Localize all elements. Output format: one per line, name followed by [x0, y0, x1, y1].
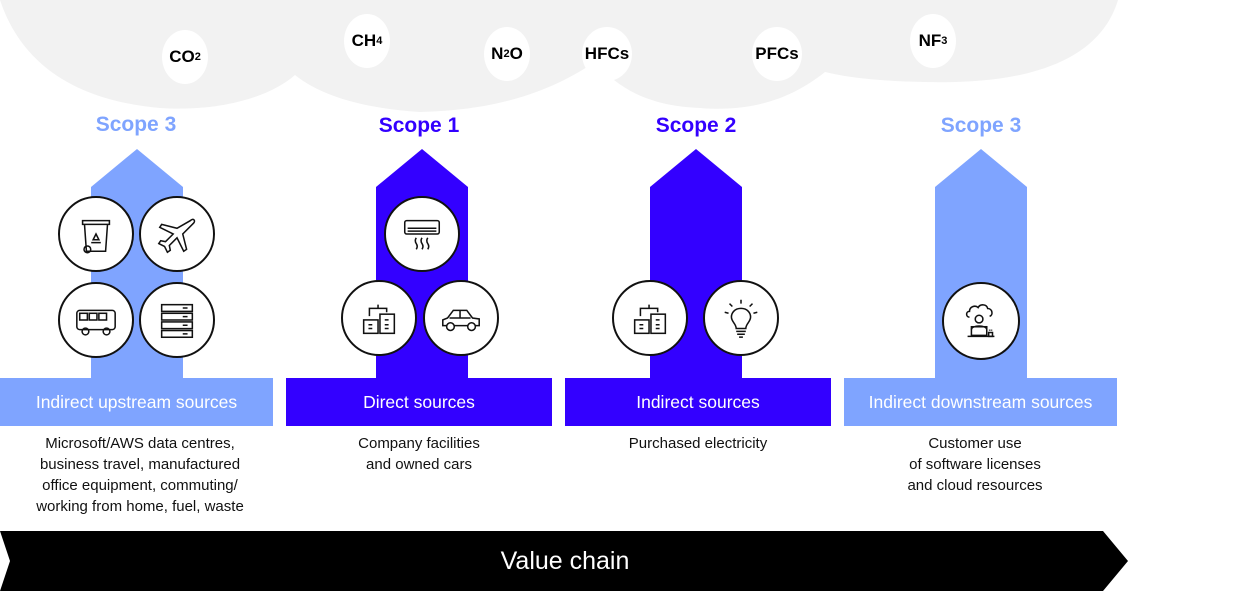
description-direct: Company facilities and owned cars — [358, 435, 480, 473]
source-box-indirect-downstream: Indirect downstream sources — [844, 378, 1117, 426]
gas-ch4: CH 4 — [344, 14, 390, 68]
gas-subscript: 4 — [376, 35, 383, 47]
buildings-icon — [341, 280, 417, 356]
scope-title-upstream: Scope 3 — [95, 113, 177, 136]
gas-label-tail: O — [509, 44, 523, 63]
gas-nf3: NF 3 — [910, 14, 956, 68]
source-box-indirect-upstream: Indirect upstream sources — [0, 378, 273, 426]
source-label: Indirect upstream sources — [35, 391, 238, 412]
car-icon — [423, 280, 499, 356]
gas-n2o: N2O — [484, 27, 530, 81]
airplane-icon — [139, 196, 215, 272]
gas-label: CO — [169, 47, 195, 66]
gas-label: N — [491, 44, 504, 63]
gas-label: NF — [918, 31, 942, 50]
recycling-bin-icon — [58, 196, 134, 272]
gas-subscript: 3 — [941, 35, 948, 47]
bus-icon — [58, 282, 134, 358]
gas-subscript: 2 — [194, 51, 201, 63]
gas-label: PFCs — [755, 44, 799, 63]
gas-label: CH — [351, 31, 377, 50]
description-indirect: Purchased electricity — [628, 435, 768, 452]
scope-title-downstream: Scope 3 — [940, 114, 1022, 137]
scope-title-1: Scope 1 — [378, 114, 460, 137]
gas-hfcs: HFCs — [582, 27, 632, 81]
value-chain-label: Value chain — [500, 546, 630, 575]
description-indirect-downstream: Customer use of software licenses and cl… — [907, 435, 1043, 494]
air-conditioner-icon — [384, 196, 460, 272]
source-box-indirect: Indirect sources — [565, 378, 831, 426]
gas-label: HFCs — [584, 44, 630, 63]
gas-pfcs: PFCs — [752, 27, 802, 81]
server-rack-icon — [139, 282, 215, 358]
description-indirect-upstream: Microsoft/AWS data centres, business tra… — [36, 435, 244, 515]
cloud-user-laptop-icon — [942, 282, 1020, 360]
source-label: Indirect sources — [636, 391, 760, 412]
source-label: Indirect downstream sources — [868, 391, 1093, 412]
buildings-icon — [612, 280, 688, 356]
source-box-direct: Direct sources — [286, 378, 552, 426]
lightbulb-icon — [703, 280, 779, 356]
gas-co2: CO 2 — [162, 30, 208, 84]
scope-title-2: Scope 2 — [655, 114, 737, 137]
source-label: Direct sources — [363, 391, 475, 412]
